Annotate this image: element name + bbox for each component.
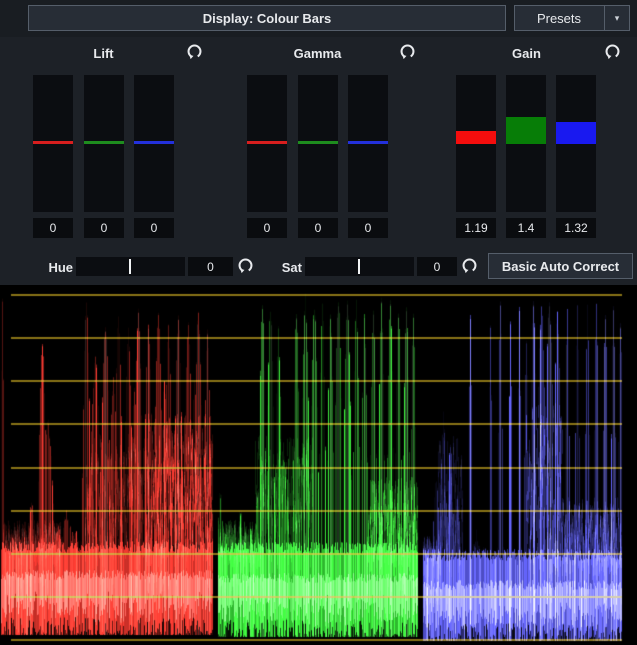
- gain-blue-slider-handle[interactable]: [556, 122, 596, 144]
- gamma-reset-icon[interactable]: [399, 43, 416, 60]
- gain-reset-icon[interactable]: [604, 43, 621, 60]
- gain-green-slider[interactable]: [506, 75, 546, 212]
- gain-red-slider-handle[interactable]: [456, 131, 496, 144]
- lift-blue-slider-handle[interactable]: [134, 141, 174, 144]
- lift-reset-icon[interactable]: [186, 43, 203, 60]
- display-mode-button[interactable]: Display: Colour Bars: [28, 5, 506, 31]
- sat-value[interactable]: 0: [417, 257, 457, 276]
- colour-correction-panel: Display: Colour Bars Presets ▾ Lift 0 0 …: [0, 0, 637, 645]
- gain-blue-value[interactable]: 1.32: [556, 218, 596, 238]
- lift-blue-value[interactable]: 0: [134, 218, 174, 238]
- lift-red-slider-handle[interactable]: [33, 141, 73, 144]
- lift-green-value[interactable]: 0: [84, 218, 124, 238]
- gamma-blue-value[interactable]: 0: [348, 218, 388, 238]
- lift-blue-slider[interactable]: [134, 75, 174, 212]
- gamma-blue-slider-handle[interactable]: [348, 141, 388, 144]
- gain-blue-slider[interactable]: [556, 75, 596, 212]
- gamma-red-slider-handle[interactable]: [247, 141, 287, 144]
- sat-label: Sat: [274, 260, 302, 275]
- gamma-red-value[interactable]: 0: [247, 218, 287, 238]
- lift-green-slider[interactable]: [84, 75, 124, 212]
- presets-button-label: Presets: [537, 11, 581, 26]
- gain-section-title: Gain: [456, 46, 597, 61]
- gamma-green-slider[interactable]: [298, 75, 338, 212]
- rgb-parade-waveform-scope: [0, 285, 637, 645]
- hue-slider-handle[interactable]: [129, 259, 131, 274]
- sat-slider-handle[interactable]: [358, 259, 360, 274]
- hue-value[interactable]: 0: [188, 257, 233, 276]
- sat-slider[interactable]: [305, 257, 414, 276]
- presets-button[interactable]: Presets ▾: [514, 5, 630, 31]
- gamma-green-value[interactable]: 0: [298, 218, 338, 238]
- chevron-down-icon[interactable]: ▾: [604, 6, 629, 30]
- gamma-red-slider[interactable]: [247, 75, 287, 212]
- lift-section-title: Lift: [33, 46, 174, 61]
- lift-red-value[interactable]: 0: [33, 218, 73, 238]
- lift-red-slider[interactable]: [33, 75, 73, 212]
- sat-reset-icon[interactable]: [461, 257, 478, 274]
- hue-label: Hue: [45, 260, 73, 275]
- gain-red-value[interactable]: 1.19: [456, 218, 496, 238]
- hue-reset-icon[interactable]: [237, 257, 254, 274]
- gamma-section-title: Gamma: [247, 46, 388, 61]
- gain-green-slider-handle[interactable]: [506, 117, 546, 144]
- gain-red-slider[interactable]: [456, 75, 496, 212]
- gamma-green-slider-handle[interactable]: [298, 141, 338, 144]
- gamma-blue-slider[interactable]: [348, 75, 388, 212]
- lift-green-slider-handle[interactable]: [84, 141, 124, 144]
- hue-slider[interactable]: [76, 257, 185, 276]
- gain-green-value[interactable]: 1.4: [506, 218, 546, 238]
- basic-auto-correct-button[interactable]: Basic Auto Correct: [488, 253, 633, 279]
